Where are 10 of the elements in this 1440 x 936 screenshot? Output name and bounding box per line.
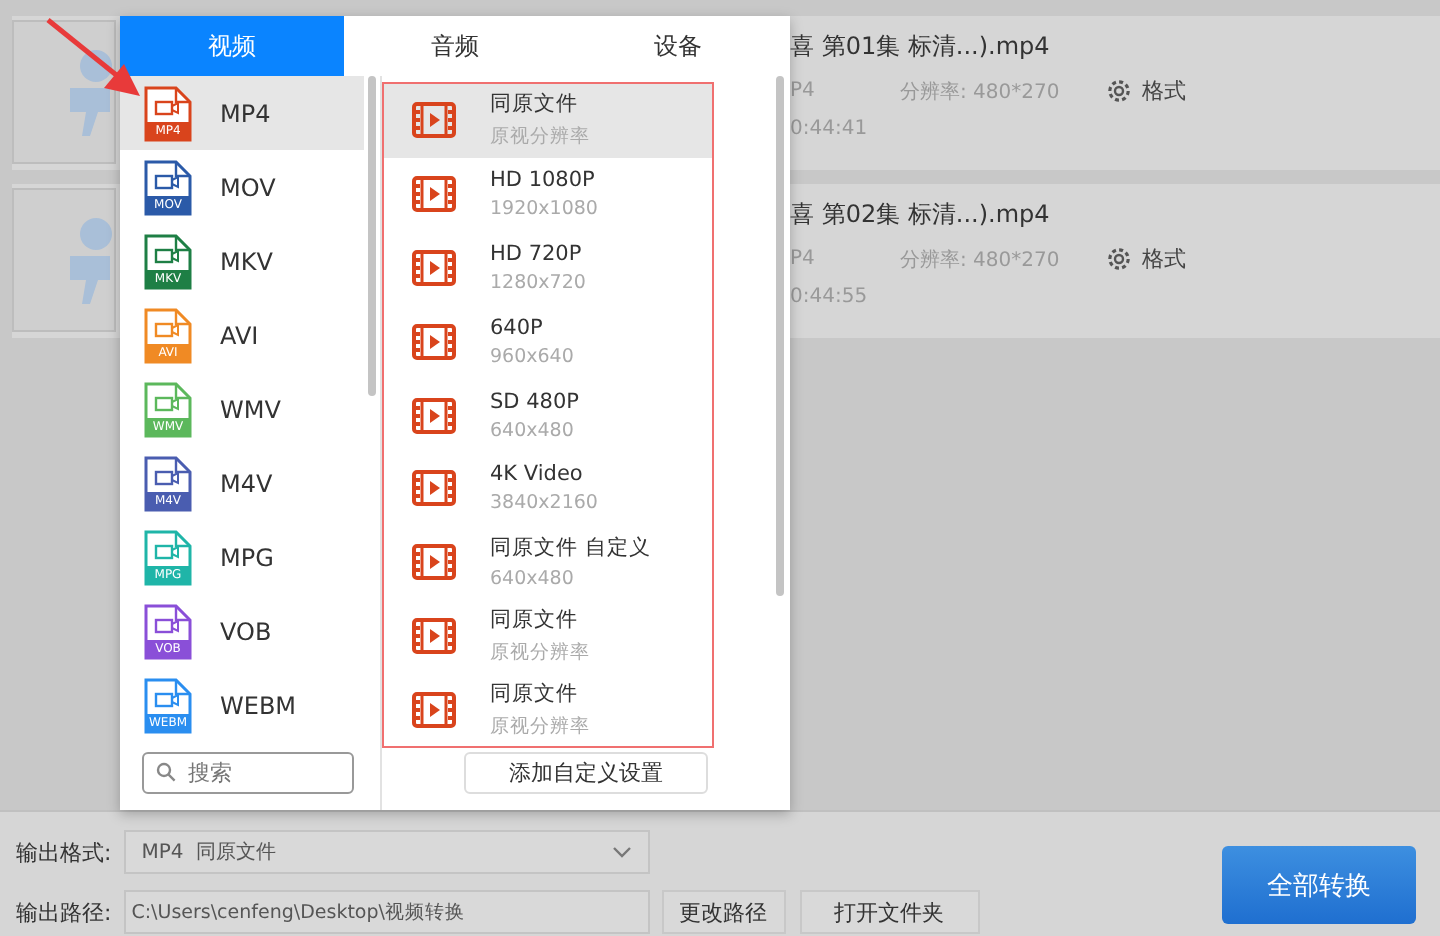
output-path-label: 输出路径: (16, 897, 112, 927)
file-resolution: 分辨率: 480*270 (900, 79, 1062, 105)
file-format: P4 (790, 80, 817, 102)
file-duration: 0:44:55 (790, 286, 870, 308)
file-title: 喜 第02集 标清...).mp4 (790, 198, 1052, 232)
file-title: 喜 第01集 标清...).mp4 (790, 30, 1052, 64)
file-format: P4 (790, 248, 817, 270)
file-resolution: 分辨率: 480*270 (900, 247, 1062, 273)
file-duration: 0:44:41 (790, 118, 870, 140)
output-format-label: 输出格式: (16, 837, 112, 867)
